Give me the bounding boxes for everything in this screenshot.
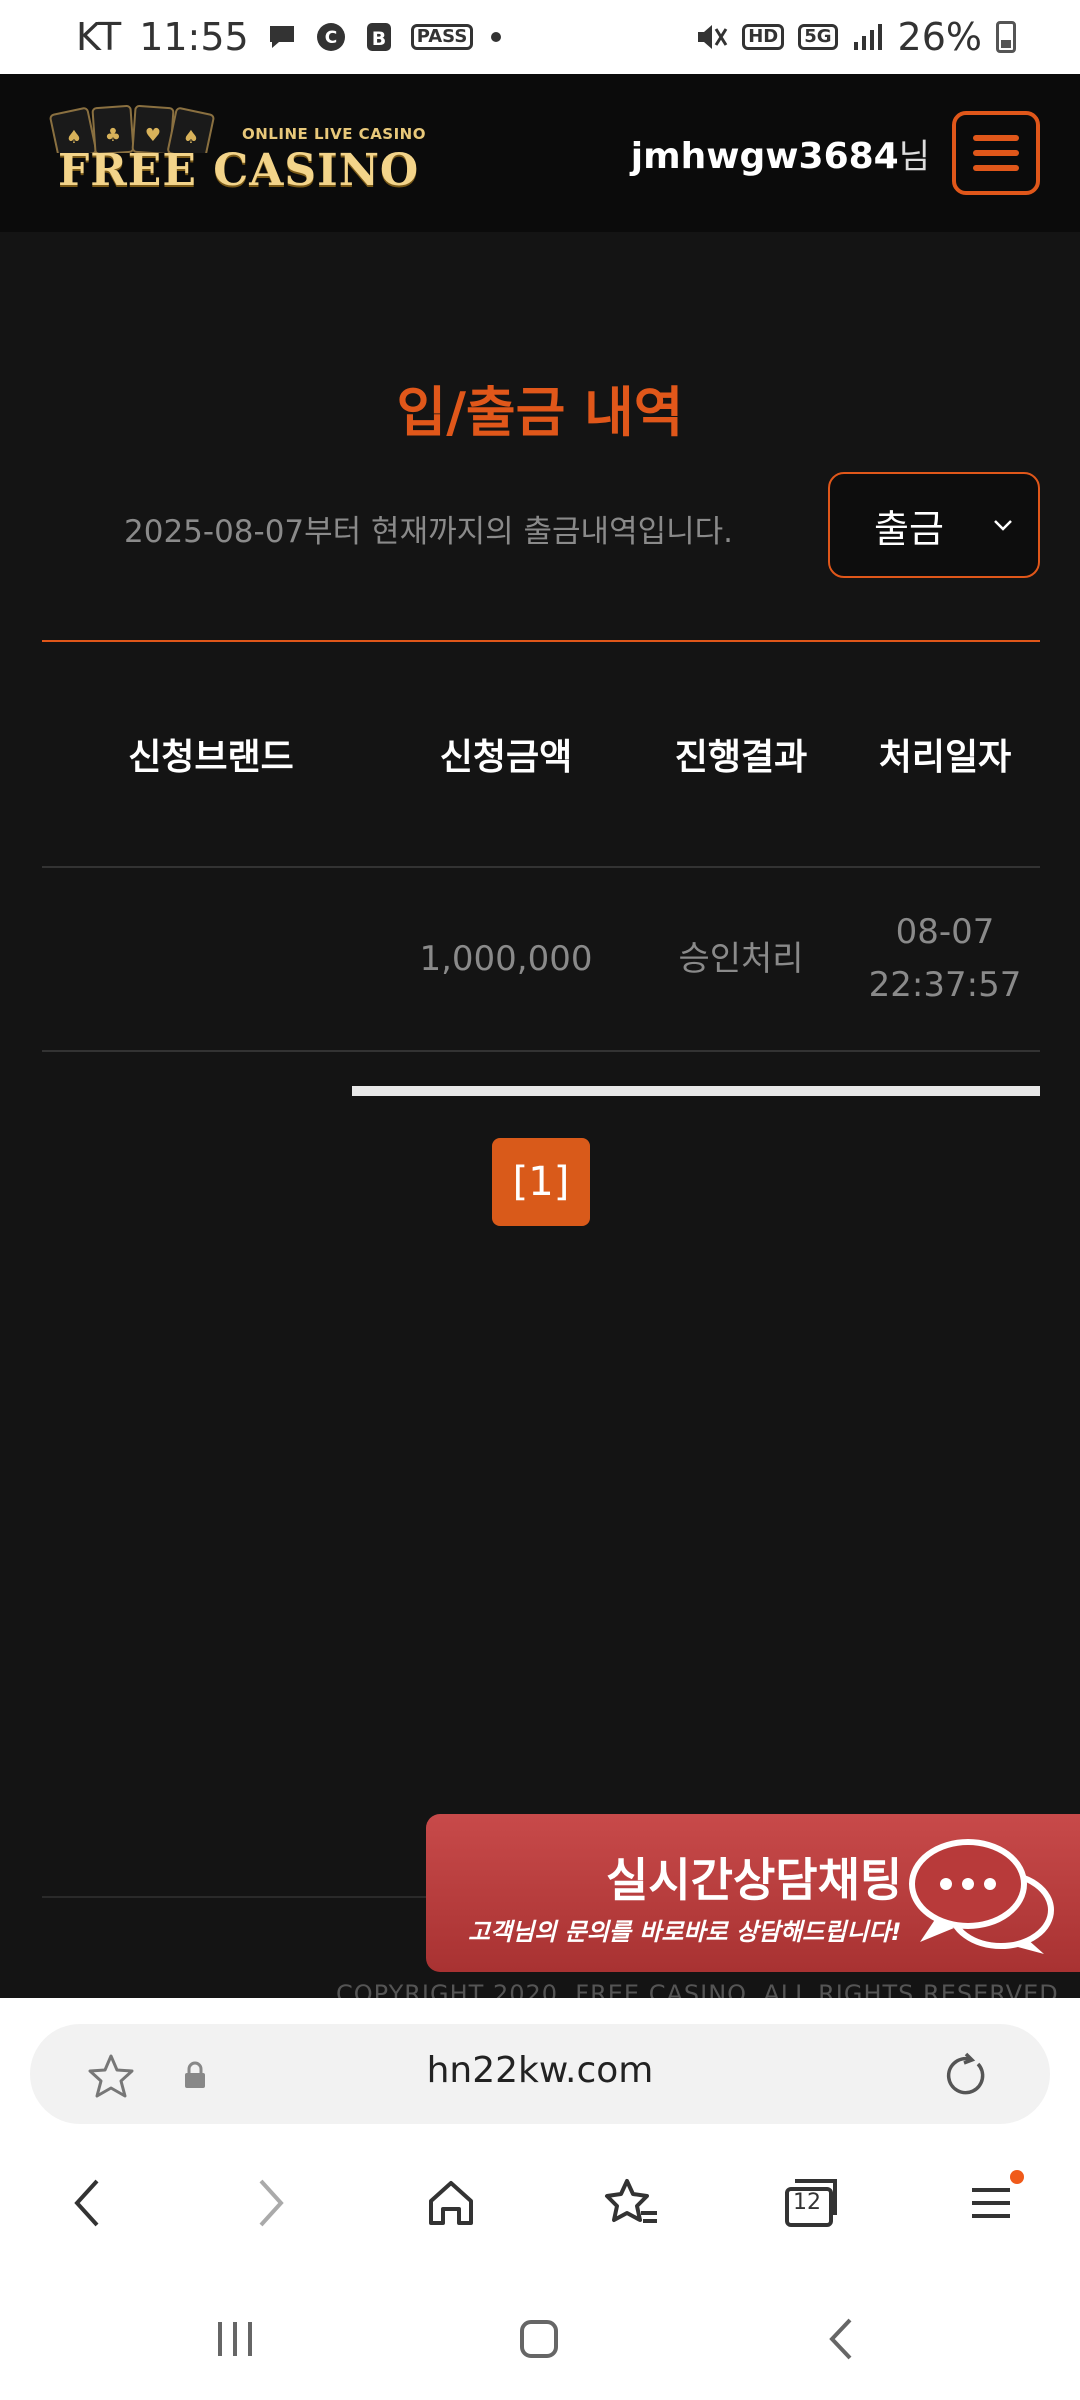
table-horizontal-scrollbar[interactable]: [352, 1086, 1040, 1096]
table-header: 신청브랜드 신청금액 진행결과 처리일자: [42, 642, 1040, 868]
pass-icon: PASS: [410, 24, 474, 50]
square-icon: [520, 2320, 558, 2358]
hamburger-menu-button[interactable]: [952, 111, 1040, 195]
battery-icon: [996, 21, 1016, 53]
signal-icon: [852, 22, 884, 52]
browser-menu-button[interactable]: [956, 2168, 1026, 2238]
more-notifications-dot: [491, 32, 502, 42]
logo-wordmark: FREE CASINO: [58, 145, 420, 196]
logo-tagline: ONLINE LIVE CASINO: [242, 125, 426, 143]
system-navigation-bar: [0, 2294, 1080, 2394]
site-logo[interactable]: ♠ ♣ ♥ ♠ ONLINE LIVE CASINO FREE CASINO: [46, 103, 426, 203]
clock: 11:55: [139, 15, 249, 59]
system-back-button[interactable]: [808, 2304, 878, 2374]
coupang-icon: C: [315, 21, 347, 53]
battery-percent: 26%: [897, 15, 982, 59]
svg-text:C: C: [324, 28, 336, 48]
carrier-label: KT: [76, 15, 122, 59]
cell-date-day: 08-07: [895, 912, 995, 953]
chevron-left-icon: [74, 2179, 99, 2227]
forward-button[interactable]: [236, 2168, 306, 2238]
cell-amount: 1,000,000: [419, 938, 593, 979]
browser-nav-row: 12: [0, 2168, 1080, 2248]
header-user-area: jmhwgw3684님: [631, 111, 1040, 195]
column-header-date: 처리일자: [878, 737, 1012, 778]
transaction-type-selected: 출금: [874, 506, 944, 551]
notification-dot: [1010, 2170, 1024, 2184]
pagination-page-1[interactable]: [1]: [492, 1138, 590, 1226]
transaction-table: 신청브랜드 신청금액 진행결과 처리일자 1,000,000 승인처리 08-0…: [42, 642, 1040, 1052]
history-description: 2025-08-07부터 현재까지의 출금내역입니다.: [124, 514, 733, 550]
recent-apps-icon: [218, 2322, 252, 2356]
cell-result: 승인처리: [678, 938, 804, 979]
recent-apps-button[interactable]: [200, 2304, 270, 2374]
username: jmhwgw3684: [630, 135, 899, 177]
cell-date: 08-07 22:37:57: [850, 906, 1040, 1011]
live-chat-banner[interactable]: 실시간상담채팅 고객님의 문의를 바로바로 상담해드립니다!: [426, 1814, 1080, 1972]
site-header: ♠ ♣ ♥ ♠ ONLINE LIVE CASINO FREE CASINO j…: [0, 74, 1080, 232]
chevron-down-icon: [994, 520, 1012, 531]
hd-voice-icon: HD: [742, 24, 785, 50]
menu-line-icon: [973, 135, 1019, 141]
column-header-result: 진행결과: [674, 737, 808, 778]
status-bar: KT 11:55 C B PASS HD 5G 26%: [0, 0, 1080, 74]
username-honorific: 님: [898, 136, 930, 177]
status-bar-left: KT 11:55 C B PASS: [76, 15, 502, 59]
reload-icon[interactable]: [940, 2050, 990, 2100]
table-row: 1,000,000 승인처리 08-07 22:37:57: [42, 868, 1040, 1052]
tab-count: 12: [793, 2190, 821, 2215]
bookmarks-button[interactable]: [596, 2168, 666, 2238]
transaction-type-select[interactable]: 출금: [828, 472, 1040, 578]
back-chevron-icon: [829, 2318, 852, 2360]
talk-icon: [267, 22, 297, 52]
svg-text:♣: ♣: [105, 125, 121, 146]
column-header-amount: 신청금액: [439, 737, 573, 778]
column-header-brand: 신청브랜드: [128, 737, 294, 778]
user-greeting: jmhwgw3684님: [631, 129, 930, 178]
band-icon: B: [365, 22, 393, 52]
home-icon: [429, 2181, 473, 2225]
menu-line-icon: [973, 150, 1019, 156]
tabs-button[interactable]: 12: [776, 2168, 846, 2238]
chevron-right-icon: [259, 2179, 284, 2227]
url-text[interactable]: hn22kw.com: [30, 2050, 1050, 2091]
network-5g-icon: 5G: [798, 24, 838, 50]
page-title: 입/출금 내역: [396, 381, 684, 444]
mute-icon: [694, 21, 728, 53]
browser-toolbar: hn22kw.com 12: [0, 1998, 1080, 2400]
bookmarks-star-icon: [605, 2179, 657, 2223]
live-chat-subtitle: 고객님의 문의를 바로바로 상담해드립니다!: [468, 1918, 902, 1946]
home-button[interactable]: [416, 2168, 486, 2238]
status-bar-right: HD 5G 26%: [694, 15, 1016, 59]
live-chat-title: 실시간상담채팅: [606, 1853, 903, 1907]
menu-icon: [972, 2188, 1010, 2218]
svg-text:B: B: [371, 28, 385, 50]
chat-bubble-icon: [909, 1839, 1054, 1954]
address-bar[interactable]: hn22kw.com: [30, 2024, 1050, 2124]
svg-text:♥: ♥: [145, 125, 161, 146]
back-button[interactable]: [52, 2168, 122, 2238]
system-home-button[interactable]: [504, 2304, 574, 2374]
cell-date-time: 22:37:57: [868, 965, 1022, 1005]
menu-line-icon: [973, 165, 1019, 171]
